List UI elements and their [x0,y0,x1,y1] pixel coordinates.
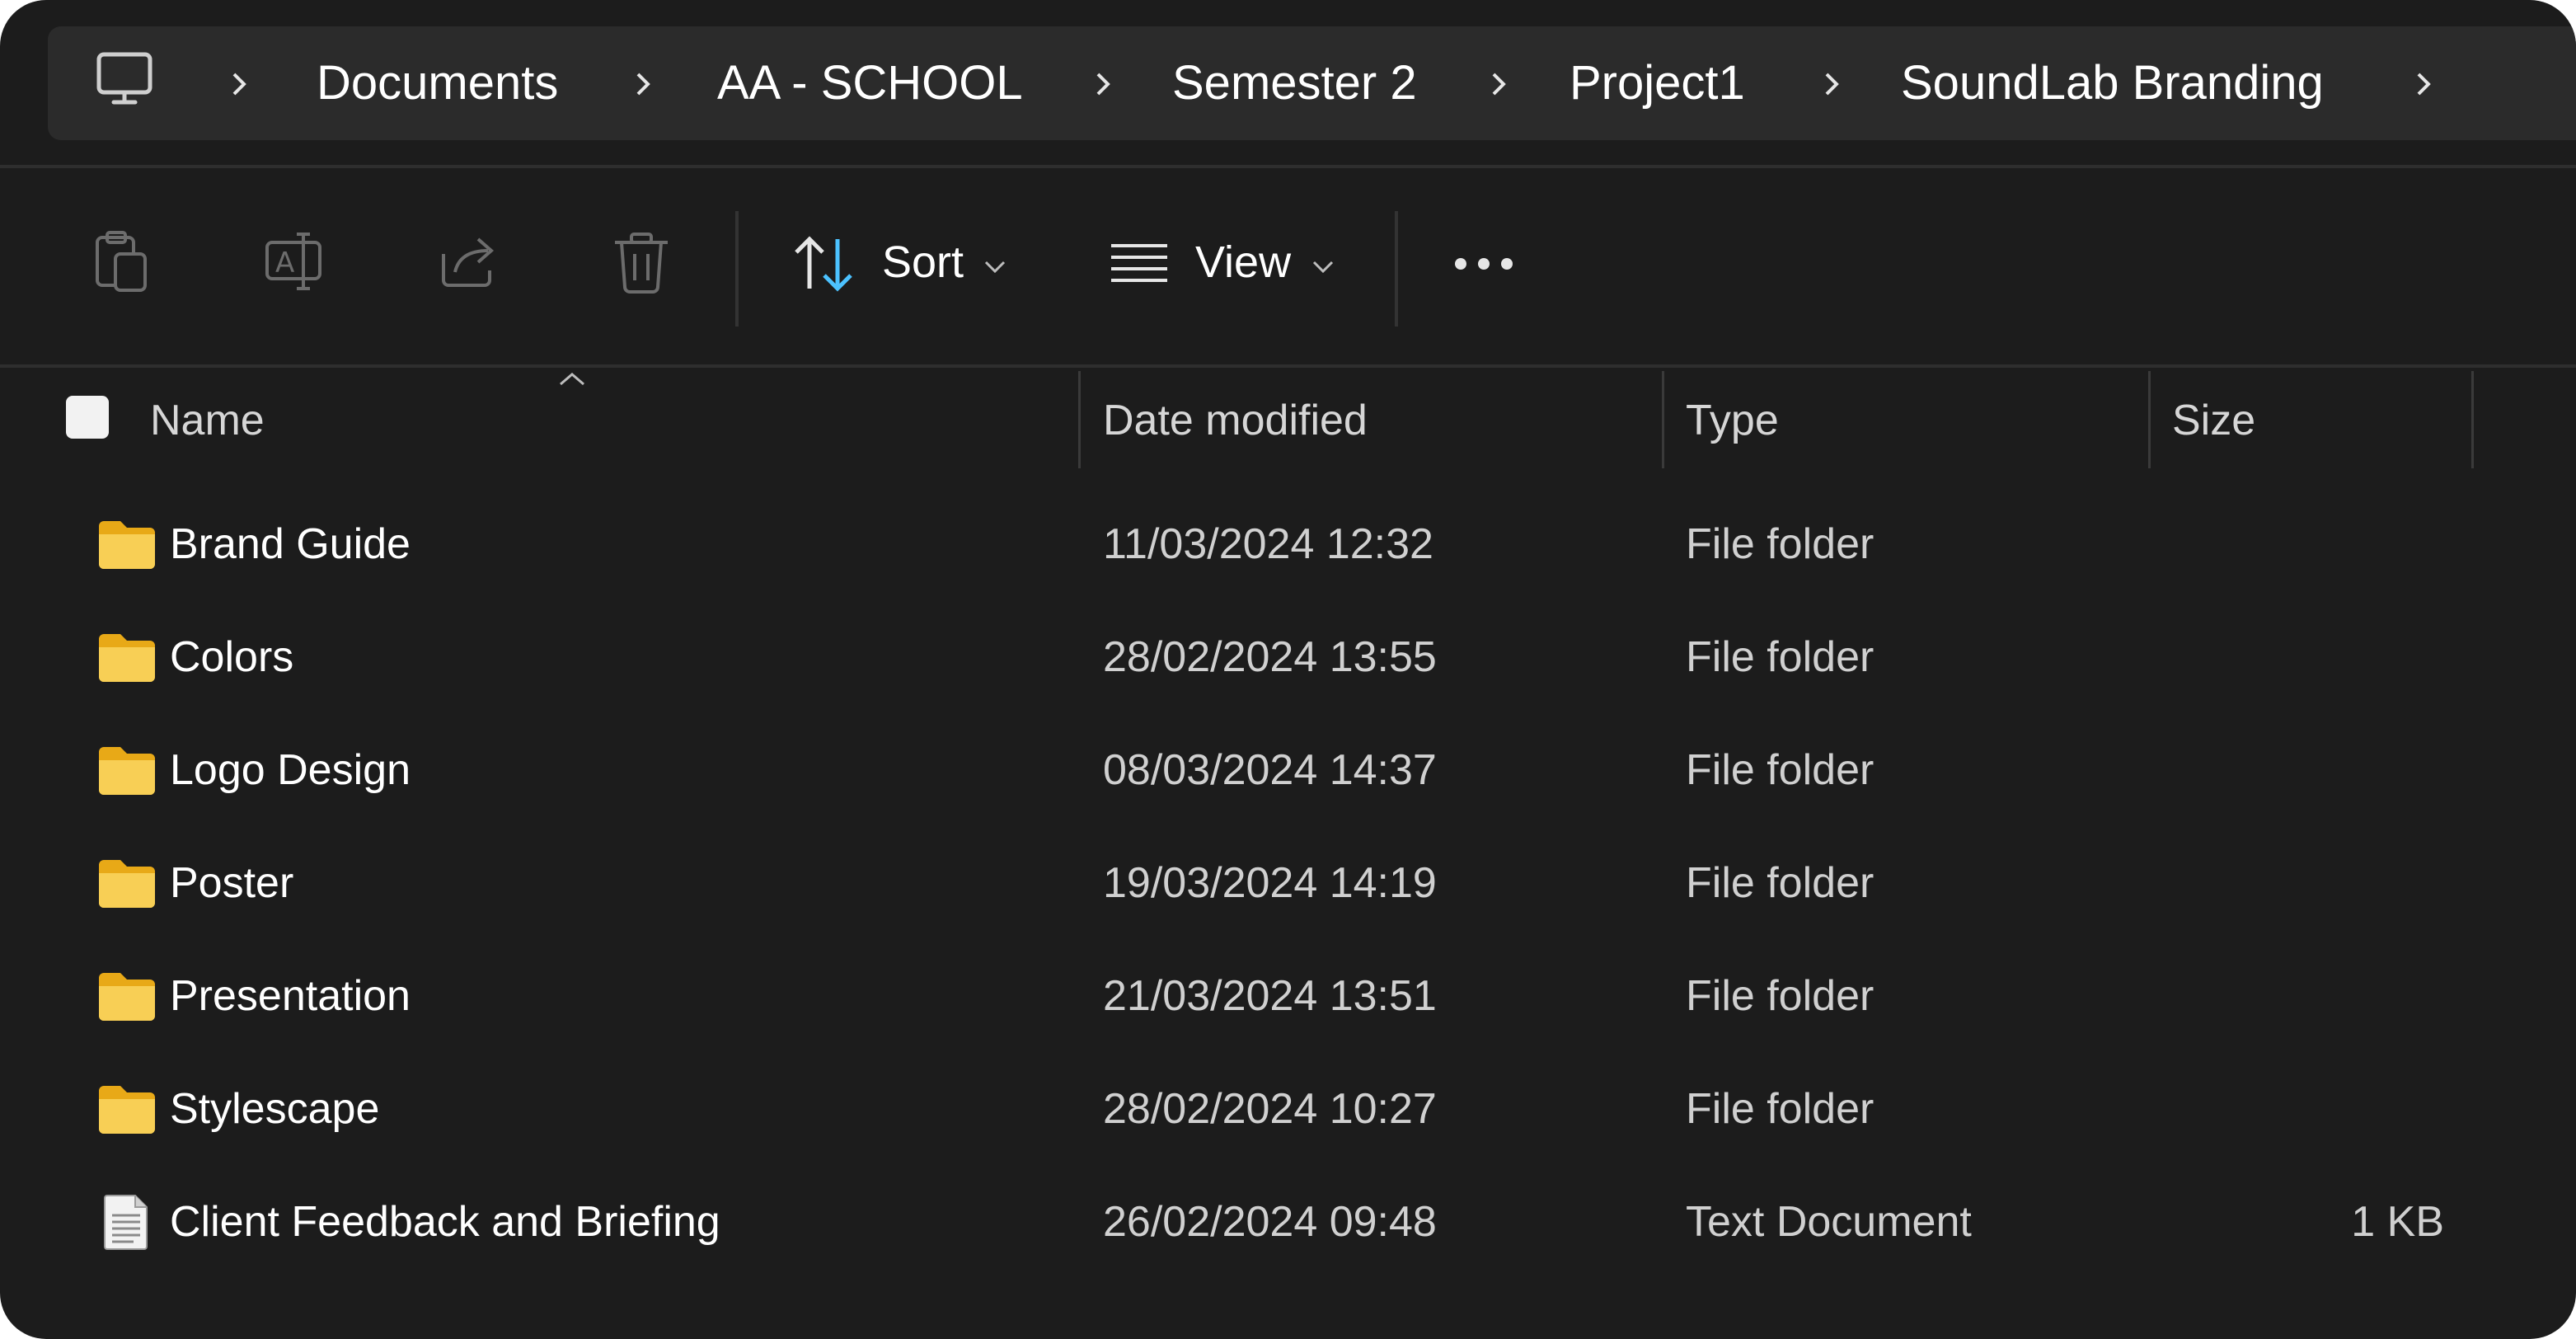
file-row[interactable]: Stylescape 28/02/2024 10:27 File folder [0,1053,2576,1166]
column-header-type[interactable]: Type [1686,371,1779,470]
chevron-down-icon [1312,261,1334,274]
divider [0,165,2576,168]
folder-icon [99,860,155,908]
file-row[interactable]: Colors 28/02/2024 13:55 File folder [0,601,2576,714]
column-divider[interactable] [1662,371,1664,468]
chevron-right-icon[interactable] [1086,68,1119,101]
folder-icon [99,747,155,795]
file-explorer-window: Documents AA - SCHOOL Semester 2 Project… [0,0,2576,1339]
file-type: File folder [1686,972,1875,1020]
view-label: View [1195,237,1292,287]
rename-icon[interactable]: A [262,229,328,295]
file-name: Logo Design [170,746,411,794]
file-name: Poster [170,859,294,907]
file-row[interactable]: Logo Design 08/03/2024 14:37 File folder [0,714,2576,827]
file-date-modified: 28/02/2024 13:55 [1103,633,1437,681]
column-header-name[interactable]: Name [150,371,265,470]
sort-icon [795,236,852,292]
file-row[interactable]: Presentation 21/03/2024 13:51 File folde… [0,940,2576,1053]
chevron-right-icon[interactable] [626,68,659,101]
file-row[interactable]: Poster 19/03/2024 14:19 File folder [0,827,2576,940]
column-header-date-modified[interactable]: Date modified [1103,371,1368,470]
column-divider[interactable] [1078,371,1081,468]
share-icon[interactable] [435,229,501,295]
file-row[interactable]: Brand Guide 11/03/2024 12:32 File folder [0,488,2576,601]
file-size: 1 KB [2351,1198,2444,1246]
file-type: File folder [1686,1085,1875,1133]
chevron-right-icon[interactable] [2407,68,2440,101]
folder-icon [99,521,155,569]
delete-icon[interactable] [608,229,674,295]
file-name: Colors [170,633,294,681]
file-name: Client Feedback and Briefing [170,1198,720,1246]
folder-icon [99,634,155,682]
pc-icon[interactable] [96,51,153,114]
file-name: Stylescape [170,1085,380,1133]
file-date-modified: 21/03/2024 13:51 [1103,972,1437,1020]
toolbar-divider [735,211,739,327]
paste-icon[interactable] [91,229,157,295]
folder-icon [99,1086,155,1134]
file-date-modified: 11/03/2024 12:32 [1103,520,1433,568]
breadcrumb-item-semester-2[interactable]: Semester 2 [1172,26,1417,140]
more-icon[interactable] [1452,254,1515,274]
breadcrumb-item-soundlab-branding[interactable]: SoundLab Branding [1901,26,2324,140]
breadcrumb-item-aa-school[interactable]: AA - SCHOOL [717,26,1023,140]
chevron-down-icon [984,261,1006,274]
chevron-right-icon[interactable] [223,68,256,101]
breadcrumb[interactable]: Documents AA - SCHOOL Semester 2 Project… [48,26,2576,140]
breadcrumb-item-documents[interactable]: Documents [317,26,558,140]
file-date-modified: 19/03/2024 14:19 [1103,859,1437,907]
file-row[interactable]: Client Feedback and Briefing 26/02/2024 … [0,1166,2576,1279]
select-all-checkbox[interactable] [66,396,109,439]
breadcrumb-item-project1[interactable]: Project1 [1570,26,1745,140]
file-name: Presentation [170,972,411,1020]
file-type: File folder [1686,520,1875,568]
chevron-right-icon[interactable] [1815,68,1848,101]
sort-label: Sort [882,237,964,287]
chevron-right-icon[interactable] [1482,68,1515,101]
text-document-icon [104,1195,148,1250]
column-divider[interactable] [2148,371,2151,468]
file-type: Text Document [1686,1198,1972,1246]
file-date-modified: 26/02/2024 09:48 [1103,1198,1437,1246]
file-date-modified: 28/02/2024 10:27 [1103,1085,1437,1133]
sort-ascending-icon [560,373,584,386]
file-date-modified: 08/03/2024 14:37 [1103,746,1437,794]
file-type: File folder [1686,859,1875,907]
toolbar-divider [1395,211,1398,327]
column-divider[interactable] [2471,371,2474,468]
column-header-size[interactable]: Size [2172,371,2255,470]
file-name: Brand Guide [170,520,411,568]
divider [0,364,2576,368]
folder-icon [99,973,155,1021]
file-type: File folder [1686,746,1875,794]
svg-text:A: A [275,247,294,280]
file-type: File folder [1686,633,1875,681]
view-list-icon [1111,244,1167,282]
